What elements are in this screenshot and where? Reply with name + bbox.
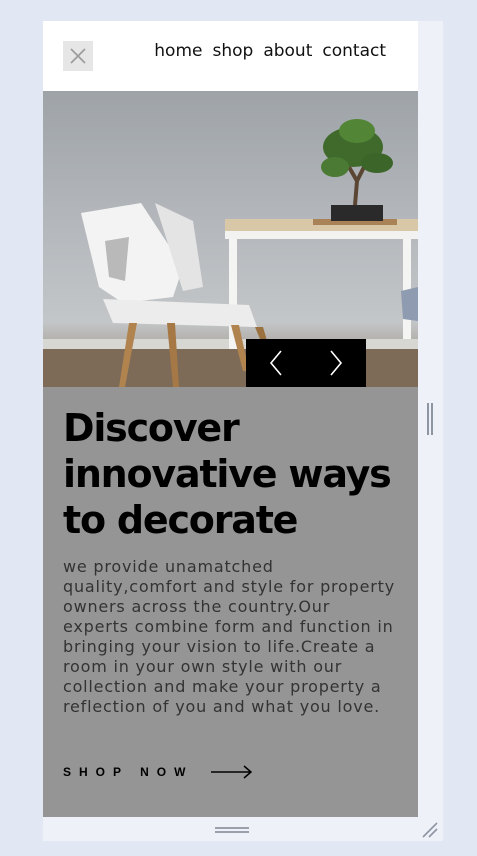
shop-now-label: SHOP NOW [63,765,194,779]
close-icon [70,48,86,64]
hero-title-line-2: innovative ways [63,452,392,496]
shop-now-link[interactable]: SHOP NOW [63,765,253,779]
nav-link-shop[interactable]: shop [212,40,253,62]
main-nav: home shop about contact [154,40,386,62]
hero-description: we provide unamatched quality,comfort an… [63,557,395,716]
nav-link-home[interactable]: home [154,40,202,62]
resize-grip-icon[interactable] [421,821,439,839]
close-button[interactable] [63,41,93,71]
hero-title-line-1: Discover [63,406,240,450]
page-viewport: home shop about contact Discover innovat… [43,21,418,817]
nav-link-about[interactable]: about [263,40,312,62]
site-header: home shop about contact [43,21,418,91]
bottom-drag-handle[interactable] [215,827,249,833]
hero-content: Discover innovative ways to decorate we … [43,387,418,817]
next-slide-button[interactable] [306,339,366,387]
device-frame: home shop about contact Discover innovat… [43,21,443,841]
hero-title: Discover innovative ways to decorate [63,405,398,543]
chevron-right-icon [330,350,343,376]
nav-link-contact[interactable]: contact [322,40,386,62]
prev-slide-button[interactable] [246,339,306,387]
chevron-left-icon [269,350,282,376]
hero-title-line-3: to decorate [63,498,298,542]
hero-image [43,91,418,387]
side-scroll-handle[interactable] [427,403,433,435]
slider-controls [246,339,366,387]
arrow-right-icon [211,765,253,779]
